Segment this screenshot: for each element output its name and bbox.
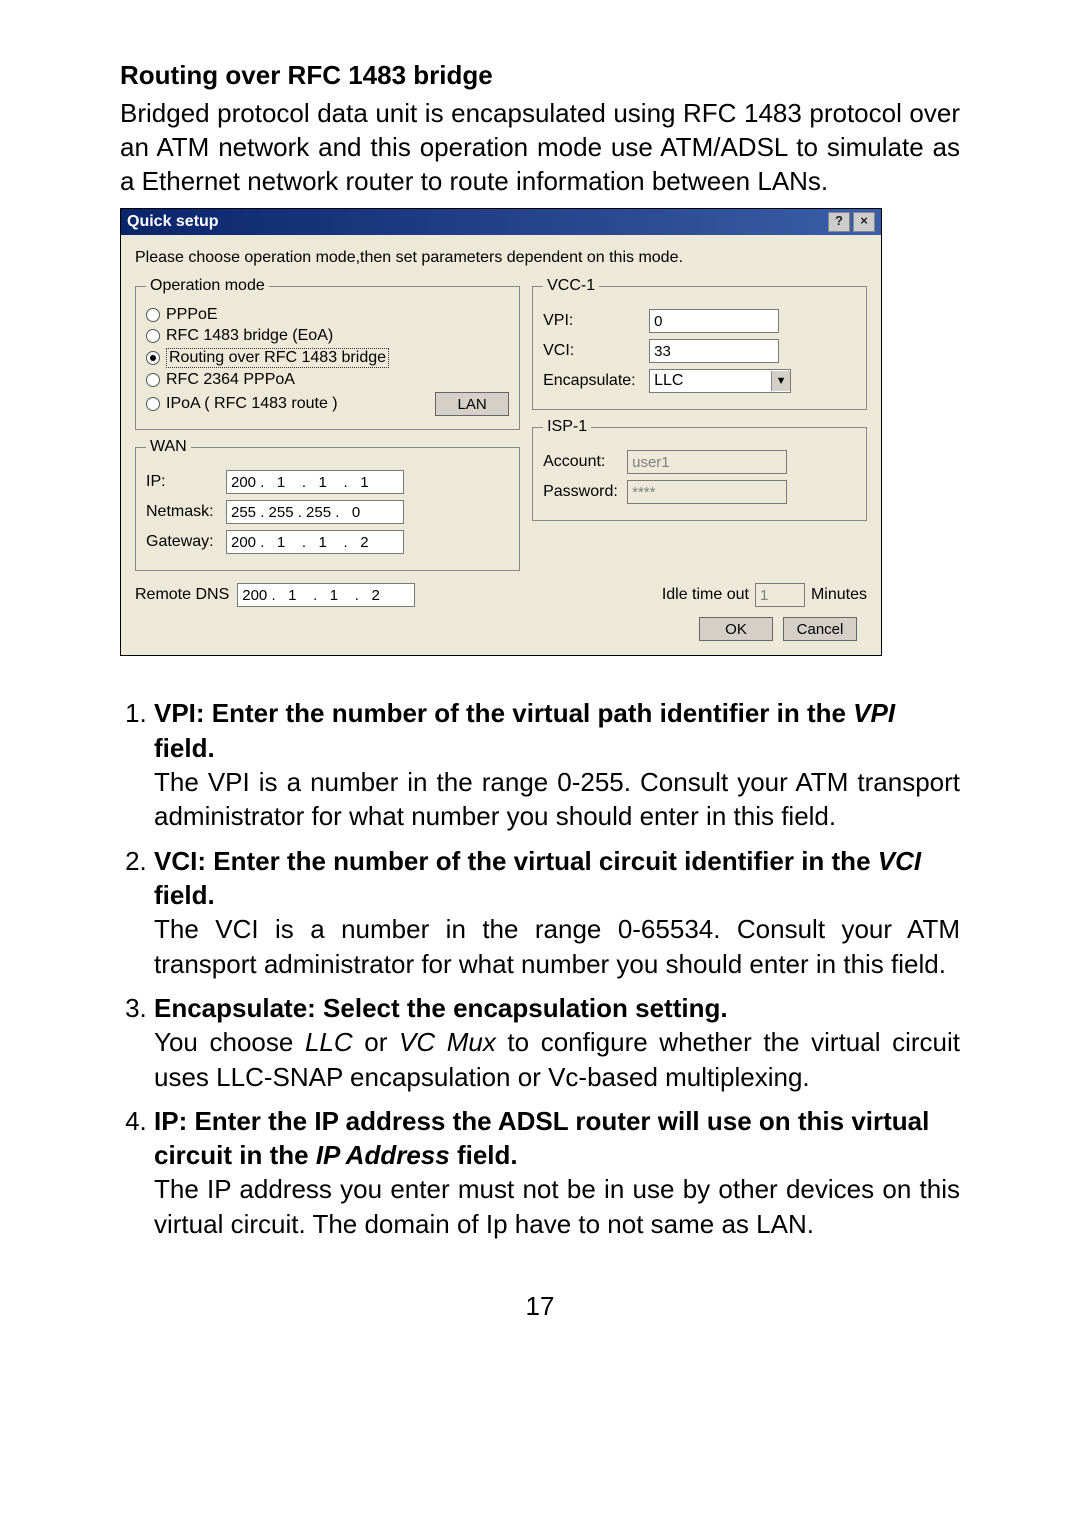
idle-timeout-label: Idle time out — [662, 586, 749, 604]
i2-body: The VCI is a number in the range 0-65534… — [154, 912, 960, 981]
encapsulate-select[interactable]: LLC ▼ — [649, 369, 791, 393]
lan-button[interactable]: LAN — [435, 392, 509, 416]
radio-pppoe[interactable] — [146, 308, 160, 322]
titlebar: Quick setup ? × — [121, 209, 881, 235]
i3-body-c: or — [353, 1027, 399, 1057]
wan-legend: WAN — [146, 438, 191, 456]
section-heading: Routing over RFC 1483 bridge — [120, 60, 960, 91]
wan-gateway-input[interactable] — [226, 530, 404, 554]
wan-ip-label: IP: — [146, 473, 220, 491]
password-input — [627, 480, 787, 504]
radio-rfc1483[interactable] — [146, 329, 160, 343]
i2-head-b: VCI — [878, 846, 921, 876]
radio-pppoe-label: PPPoE — [166, 306, 218, 324]
i4-body: The IP address you enter must not be in … — [154, 1172, 960, 1241]
ok-button[interactable]: OK — [699, 617, 773, 641]
cancel-button[interactable]: Cancel — [783, 617, 857, 641]
page-number: 17 — [120, 1291, 960, 1322]
dialog-instruction: Please choose operation mode,then set pa… — [135, 249, 867, 267]
remote-dns-label: Remote DNS — [135, 586, 229, 604]
i3-head: Encapsulate: Select the encapsulation se… — [154, 993, 728, 1023]
isp-group: ISP-1 Account: Password: — [532, 418, 867, 521]
radio-ipoa-label: IPoA ( RFC 1483 route ) — [166, 395, 338, 413]
i3-body-d: VC Mux — [399, 1027, 496, 1057]
encapsulate-label: Encapsulate: — [543, 372, 643, 390]
list-item: VCI: Enter the number of the virtual cir… — [154, 844, 960, 981]
i1-body: The VPI is a number in the range 0-255. … — [154, 765, 960, 834]
help-icon[interactable]: ? — [828, 212, 850, 232]
operation-mode-legend: Operation mode — [146, 277, 269, 295]
intro-paragraph: Bridged protocol data unit is encapsulat… — [120, 97, 960, 198]
wan-netmask-label: Netmask: — [146, 503, 220, 521]
i1-head-a: VPI: Enter the number of the virtual pat… — [154, 698, 853, 728]
vci-label: VCI: — [543, 342, 643, 360]
list-item: IP: Enter the IP address the ADSL router… — [154, 1104, 960, 1241]
chevron-down-icon: ▼ — [771, 371, 790, 391]
vcc-group: VCC-1 VPI: VCI: Encapsulate: LLC — [532, 277, 867, 410]
quick-setup-dialog: Quick setup ? × Please choose operation … — [120, 208, 882, 656]
wan-group: WAN IP: Netmask: Gateway: — [135, 438, 520, 571]
wan-ip-input[interactable] — [226, 470, 404, 494]
dialog-title: Quick setup — [127, 213, 219, 231]
close-icon[interactable]: × — [853, 212, 875, 232]
i3-body-a: You choose — [154, 1027, 305, 1057]
vcc-legend: VCC-1 — [543, 277, 599, 295]
radio-rfc2364[interactable] — [146, 373, 160, 387]
wan-netmask-input[interactable] — [226, 500, 404, 524]
idle-timeout-unit: Minutes — [811, 586, 867, 604]
isp-legend: ISP-1 — [543, 418, 591, 436]
vci-input[interactable] — [649, 339, 779, 363]
i4-head-a: IP: Enter the IP address the ADSL router… — [154, 1106, 929, 1170]
wan-gateway-label: Gateway: — [146, 533, 220, 551]
account-input — [627, 450, 787, 474]
radio-ipoa[interactable] — [146, 397, 160, 411]
i4-head-b: IP Address — [316, 1140, 450, 1170]
i4-head-c: field. — [450, 1140, 518, 1170]
i2-head-a: VCI: Enter the number of the virtual cir… — [154, 846, 878, 876]
encapsulate-value: LLC — [650, 372, 771, 390]
list-item: Encapsulate: Select the encapsulation se… — [154, 991, 960, 1094]
list-item: VPI: Enter the number of the virtual pat… — [154, 696, 960, 833]
vpi-label: VPI: — [543, 312, 643, 330]
radio-routing-label: Routing over RFC 1483 bridge — [166, 348, 389, 368]
i1-head-c: field. — [154, 733, 215, 763]
password-label: Password: — [543, 483, 621, 501]
radio-routing[interactable] — [146, 351, 160, 365]
radio-rfc1483-label: RFC 1483 bridge (EoA) — [166, 327, 333, 345]
remote-dns-input[interactable] — [237, 583, 415, 607]
i2-head-c: field. — [154, 880, 215, 910]
operation-mode-group: Operation mode PPPoE RFC 1483 bridge (Eo… — [135, 277, 520, 430]
account-label: Account: — [543, 453, 621, 471]
i1-head-b: VPI — [853, 698, 895, 728]
i3-body-b: LLC — [305, 1027, 353, 1057]
instruction-list: VPI: Enter the number of the virtual pat… — [120, 696, 960, 1241]
vpi-input[interactable] — [649, 309, 779, 333]
radio-rfc2364-label: RFC 2364 PPPoA — [166, 371, 295, 389]
idle-timeout-input — [755, 583, 805, 607]
